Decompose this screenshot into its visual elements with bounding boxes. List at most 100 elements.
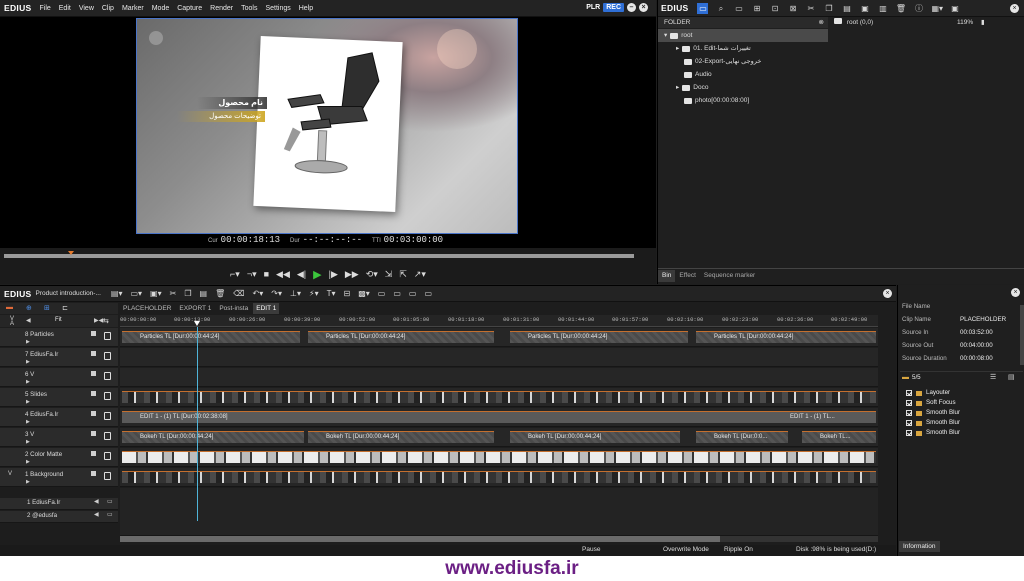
paste-icon[interactable]: ▤: [200, 289, 208, 298]
set-in-icon[interactable]: ⌐▾: [230, 269, 240, 280]
track-header-2-color-matte[interactable]: 2 Color Matte ▶: [0, 448, 118, 467]
add-clip-icon[interactable]: ⊞: [751, 3, 762, 14]
audio-track-header-1[interactable]: 1 EdiusFa.Ir ◀ ▭: [0, 498, 118, 510]
audio-track-header-2[interactable]: 2 @edusfa ◀ ▭: [0, 511, 118, 523]
recorder-viewer[interactable]: نام محصول توضیحات محصول Cur 00:00:18:13 …: [0, 17, 656, 248]
clip-particles[interactable]: Particles TL [Dur:00:00:44:24]: [510, 331, 688, 343]
clip-slides[interactable]: [122, 391, 876, 403]
track-toggle[interactable]: [91, 471, 96, 476]
expand-icon[interactable]: ▶: [26, 359, 30, 365]
lock-icon[interactable]: [104, 392, 111, 400]
menu-marker[interactable]: Marker: [118, 5, 148, 12]
menu-settings[interactable]: Settings: [261, 5, 294, 12]
up-folder-icon[interactable]: ▭: [733, 3, 744, 14]
clip-background[interactable]: [122, 471, 876, 483]
add-cut-icon[interactable]: ⊥▾: [290, 289, 301, 298]
track-header-1-background[interactable]: 1 Background ▶ V: [0, 468, 118, 487]
timeline-close-icon[interactable]: ×: [883, 289, 892, 298]
save-icon[interactable]: ▣▾: [150, 289, 162, 298]
track-toggle[interactable]: [91, 451, 96, 456]
tab-edit-1[interactable]: EDIT 1: [253, 303, 280, 314]
clip-particles[interactable]: Particles TL [Dur:00:00:44:24]: [308, 331, 494, 343]
sync-icon[interactable]: ▭: [424, 289, 432, 298]
tab-sequence-marker[interactable]: Sequence marker: [700, 270, 759, 282]
menu-clip[interactable]: Clip: [98, 5, 118, 12]
tree-item-export[interactable]: 02-Export-خروجی نهایی: [658, 55, 828, 68]
folder-close-icon[interactable]: ⊗: [819, 17, 824, 28]
lock-icon[interactable]: [104, 432, 111, 440]
lock-icon[interactable]: [104, 472, 111, 480]
cut-icon[interactable]: ✂: [170, 289, 177, 298]
sequence-menu-icon[interactable]: ▤▾: [111, 289, 123, 298]
info-scrollbar[interactable]: [1020, 305, 1024, 365]
tab-bin[interactable]: Bin: [658, 270, 676, 282]
expand-icon[interactable]: ▶: [26, 379, 30, 385]
timeline-scrollbar[interactable]: [120, 536, 878, 542]
clip-color-matte[interactable]: [122, 451, 876, 463]
playhead-line[interactable]: [197, 327, 198, 521]
group-icon[interactable]: ⊞: [44, 304, 50, 312]
set-out-icon[interactable]: ¬▾: [247, 269, 257, 280]
track-header-3-v[interactable]: 3 V ▶: [0, 428, 118, 447]
close-icon[interactable]: ×: [639, 3, 648, 12]
bin-close-icon[interactable]: ×: [1010, 3, 1019, 13]
track-toggle[interactable]: [91, 431, 96, 436]
clip-bokeh[interactable]: Bokeh TL...: [802, 431, 876, 443]
tab-effect[interactable]: Effect: [675, 270, 700, 282]
redo-icon[interactable]: ↷▾: [271, 289, 282, 298]
track-header-8-particles[interactable]: 8 Particles ▶: [0, 328, 118, 347]
snap-icon[interactable]: ⚡▾: [309, 289, 319, 298]
ripple-delete-icon[interactable]: ⌫: [233, 289, 244, 298]
lock-icon[interactable]: [104, 352, 111, 360]
mixer-icon[interactable]: ⊟: [344, 289, 351, 298]
link-icon[interactable]: ⊕: [26, 304, 32, 312]
track-toggle[interactable]: [91, 411, 96, 416]
effect-enabled-checkbox[interactable]: [906, 420, 912, 426]
zoom-slider[interactable]: ▮: [981, 17, 985, 28]
lane-6-v[interactable]: [120, 368, 878, 387]
expand-icon[interactable]: ▾: [664, 29, 667, 42]
undo-icon[interactable]: ↶▾: [253, 289, 264, 298]
clip-bokeh[interactable]: Bokeh TL [Dur:00:00:44:24]: [510, 431, 680, 443]
lane-2-color-matte[interactable]: [120, 448, 878, 467]
zoom-fit-label[interactable]: Fit: [55, 317, 62, 323]
track-toggle[interactable]: [91, 331, 96, 336]
insert-icon[interactable]: ⇲: [385, 269, 393, 280]
track-header-6-v[interactable]: 6 V ▶: [0, 368, 118, 387]
loop-icon[interactable]: ⟲▾: [366, 269, 378, 280]
expand-icon[interactable]: ▶: [26, 459, 30, 465]
menu-capture[interactable]: Capture: [173, 5, 206, 12]
open-project-icon[interactable]: ▭▾: [130, 289, 142, 298]
rewind-icon[interactable]: ◀◀: [276, 269, 290, 280]
effect-enabled-checkbox[interactable]: [906, 410, 912, 416]
menu-view[interactable]: View: [75, 5, 98, 12]
expand-icon[interactable]: ▸: [676, 81, 679, 94]
export-icon[interactable]: ↗▾: [414, 269, 426, 280]
clip-particles[interactable]: Particles TL [Dur:00:00:44:24]: [696, 331, 876, 343]
overwrite-icon[interactable]: ⇱: [399, 269, 407, 280]
zoom-right-icon[interactable]: ▶◀: [94, 317, 103, 324]
lane-8-particles[interactable]: Particles TL [Dur:00:00:44:24] Particles…: [120, 328, 878, 347]
clip-particles[interactable]: Particles TL [Dur:00:00:44:24]: [122, 331, 300, 343]
hd-icon[interactable]: ▭: [409, 289, 417, 298]
track-header-7-ediusfa[interactable]: 7 EdiusFa.Ir ▶: [0, 348, 118, 367]
timeline-options-icon[interactable]: ⇆: [103, 317, 117, 326]
tab-post-insta[interactable]: Post-insta: [216, 303, 251, 314]
effect-item-soft-focus[interactable]: Soft Focus: [906, 398, 1021, 408]
lane-4-ediusfa[interactable]: EDIT 1 - (1) TL [Dur:00:02:38:08] EDIT 1…: [120, 408, 878, 427]
lock-icon[interactable]: [104, 332, 111, 340]
tree-item-audio[interactable]: Audio: [658, 68, 828, 81]
title-icon[interactable]: T▾: [327, 289, 336, 298]
expand-icon[interactable]: ▶: [26, 439, 30, 445]
expand-icon[interactable]: ▶: [26, 399, 30, 405]
effect-enabled-checkbox[interactable]: [906, 400, 912, 406]
lane-1-background[interactable]: [120, 468, 878, 487]
position-marker[interactable]: [68, 251, 74, 255]
tree-item-root[interactable]: ▾ root: [658, 29, 828, 42]
delete-icon[interactable]: 🗑: [895, 3, 906, 14]
effect-item-smooth-blur[interactable]: Smooth Blur: [906, 418, 1021, 428]
view-mode-icon[interactable]: ▦▾: [931, 3, 943, 14]
expand-icon[interactable]: ▶: [26, 419, 30, 425]
properties-icon[interactable]: ⓘ: [913, 3, 924, 14]
tab-export-1[interactable]: EXPORT 1: [176, 303, 214, 314]
